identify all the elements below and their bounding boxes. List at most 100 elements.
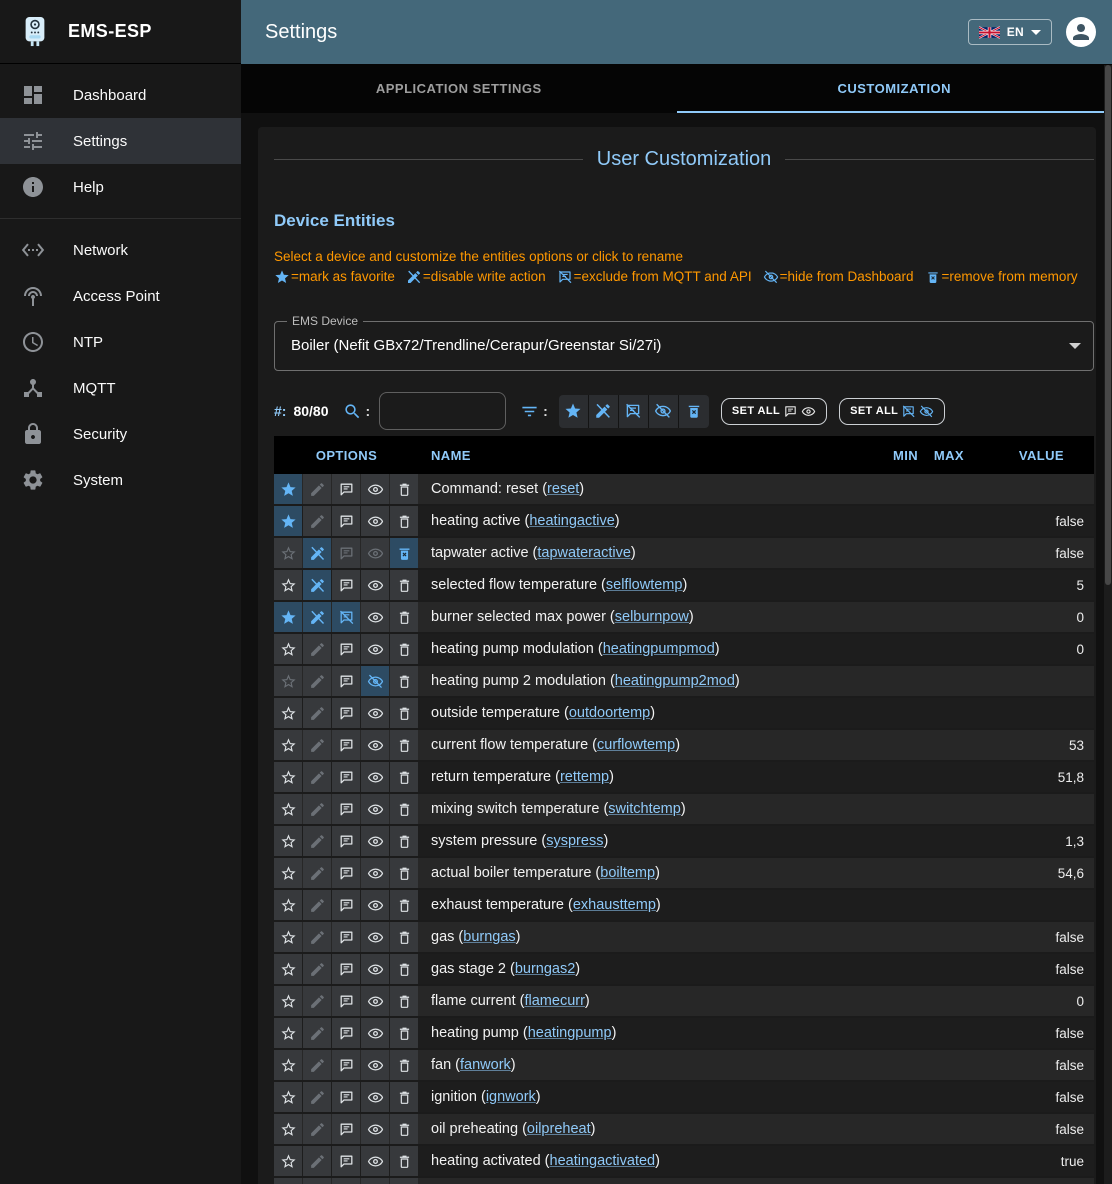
visibility-toggle[interactable] [361,986,389,1016]
entity-id-link[interactable]: tapwateractive [537,545,631,561]
entity-id-link[interactable]: reset [547,481,579,497]
entity-id-link[interactable]: fanwork [460,1057,511,1073]
entity-id-link[interactable]: outdoortemp [569,705,650,721]
visibility-toggle[interactable] [361,730,389,760]
visibility-toggle[interactable] [361,922,389,952]
favorite-toggle[interactable] [274,1114,302,1144]
entity-id-link[interactable]: exhausttemp [573,897,656,913]
mqtt-toggle[interactable] [332,570,360,600]
remove-toggle[interactable] [390,1114,418,1144]
remove-toggle[interactable] [390,1050,418,1080]
visibility-toggle[interactable] [361,1082,389,1112]
write-toggle[interactable] [303,538,331,568]
visibility-toggle[interactable] [361,858,389,888]
mqtt-toggle[interactable] [332,890,360,920]
favorite-toggle[interactable] [274,922,302,952]
favorite-toggle[interactable] [274,474,302,504]
favorite-toggle[interactable] [274,730,302,760]
favorite-toggle[interactable] [274,954,302,984]
mqtt-toggle[interactable] [332,986,360,1016]
write-toggle[interactable] [303,474,331,504]
mqtt-toggle[interactable] [332,1178,360,1184]
write-toggle[interactable] [303,506,331,536]
visibility-toggle[interactable] [361,1114,389,1144]
sidebar-item-help[interactable]: Help [0,164,241,210]
entity-id-link[interactable]: heatingpump2mod [615,673,735,689]
tab-customization[interactable]: CUSTOMIZATION [677,64,1112,113]
favorite-toggle[interactable] [274,634,302,664]
entity-id-link[interactable]: oilpreheat [527,1121,591,1137]
visibility-toggle[interactable] [361,1018,389,1048]
visibility-toggle[interactable] [361,826,389,856]
remove-toggle[interactable] [390,858,418,888]
favorite-filter-button[interactable] [559,395,589,428]
mqtt-toggle[interactable] [332,954,360,984]
entity-id-link[interactable]: burngas [463,929,515,945]
visibility-toggle[interactable] [361,474,389,504]
entity-id-link[interactable]: heatingpumpmod [603,641,715,657]
visibility-toggle[interactable] [361,890,389,920]
visibility-toggle[interactable] [361,506,389,536]
entity-id-link[interactable]: switchtemp [608,801,681,817]
mqtt-toggle[interactable] [332,1050,360,1080]
remove-toggle[interactable] [390,826,418,856]
remove-toggle[interactable] [390,474,418,504]
remove-toggle[interactable] [390,602,418,632]
favorite-toggle[interactable] [274,570,302,600]
visibility-toggle[interactable] [361,794,389,824]
set-all-show-button[interactable]: SET ALL [721,398,827,425]
visibility-toggle[interactable] [361,666,389,696]
visibility-toggle[interactable] [361,762,389,792]
entity-id-link[interactable]: rettemp [560,769,609,785]
write-toggle[interactable] [303,794,331,824]
remove-toggle[interactable] [390,954,418,984]
favorite-toggle[interactable] [274,602,302,632]
favorite-toggle[interactable] [274,986,302,1016]
remove-toggle[interactable] [390,538,418,568]
mqtt-toggle[interactable] [332,1146,360,1176]
favorite-toggle[interactable] [274,698,302,728]
mqtt-toggle[interactable] [332,634,360,664]
entity-id-link[interactable]: selflowtemp [606,577,683,593]
mqtt-toggle[interactable] [332,826,360,856]
search-input[interactable] [379,392,506,430]
ems-device-select[interactable]: EMS Device Boiler (Nefit GBx72/Trendline… [274,321,1094,371]
visibility-toggle[interactable] [361,538,389,568]
favorite-toggle[interactable] [274,890,302,920]
write-toggle[interactable] [303,986,331,1016]
mqtt-toggle[interactable] [332,538,360,568]
mqtt-toggle[interactable] [332,922,360,952]
favorite-toggle[interactable] [274,762,302,792]
entity-id-link[interactable]: syspress [546,833,603,849]
visibility-toggle[interactable] [361,954,389,984]
favorite-toggle[interactable] [274,538,302,568]
visibility-toggle[interactable] [361,1146,389,1176]
tab-application-settings[interactable]: APPLICATION SETTINGS [241,64,677,113]
hidden-filter-button[interactable] [649,395,679,428]
mqtt-toggle[interactable] [332,698,360,728]
visibility-toggle[interactable] [361,634,389,664]
remove-toggle[interactable] [390,986,418,1016]
write-toggle[interactable] [303,1018,331,1048]
entity-id-link[interactable]: curflowtemp [597,737,675,753]
entity-id-link[interactable]: flamecurr [524,993,584,1009]
write-toggle[interactable] [303,602,331,632]
remove-toggle[interactable] [390,634,418,664]
favorite-toggle[interactable] [274,1146,302,1176]
favorite-toggle[interactable] [274,1018,302,1048]
write-toggle[interactable] [303,698,331,728]
write-toggle[interactable] [303,666,331,696]
sidebar-item-access-point[interactable]: Access Point [0,273,241,319]
visibility-toggle[interactable] [361,570,389,600]
mqtt-excluded-filter-button[interactable] [619,395,649,428]
sidebar-item-network[interactable]: Network [0,227,241,273]
favorite-toggle[interactable] [274,826,302,856]
write-toggle[interactable] [303,858,331,888]
favorite-toggle[interactable] [274,858,302,888]
entity-id-link[interactable]: heatingactivated [550,1153,656,1169]
sidebar-item-settings[interactable]: Settings [0,118,241,164]
entity-id-link[interactable]: ignwork [486,1089,536,1105]
set-all-hide-button[interactable]: SET ALL [839,398,945,425]
mqtt-toggle[interactable] [332,762,360,792]
removed-filter-button[interactable] [679,395,709,428]
